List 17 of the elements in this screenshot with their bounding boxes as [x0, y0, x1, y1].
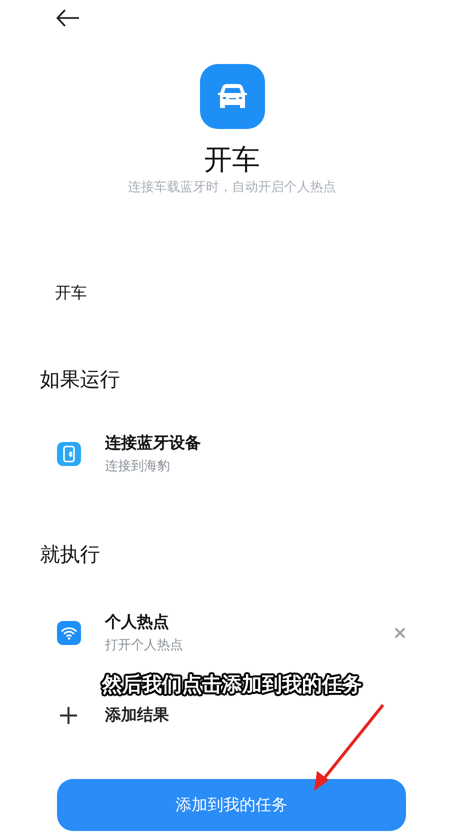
- task-title: 开车: [203, 142, 261, 178]
- close-icon[interactable]: [394, 627, 406, 639]
- bluetooth-device-icon: [57, 442, 81, 466]
- task-description: 连接车载蓝牙时，自动开启个人热点: [127, 179, 337, 197]
- rule-title: 连接蓝牙设备: [105, 432, 201, 454]
- video-caption: 然后我们点击添加到我的任务: [102, 670, 362, 698]
- rule-title: 个人热点: [105, 611, 169, 633]
- section-heading: 就执行: [40, 541, 101, 568]
- wifi-icon: [57, 621, 81, 645]
- plus-icon: [60, 706, 77, 724]
- car-icon: [200, 64, 264, 129]
- back-icon[interactable]: [56, 8, 80, 28]
- rule-subtitle: 打开个人热点: [105, 637, 183, 655]
- task-name: 开车: [55, 282, 88, 304]
- section-heading: 如果运行: [40, 366, 121, 393]
- rule-subtitle: 连接到海豹: [105, 458, 170, 476]
- add-result-button[interactable]: 添加结果: [60, 703, 169, 727]
